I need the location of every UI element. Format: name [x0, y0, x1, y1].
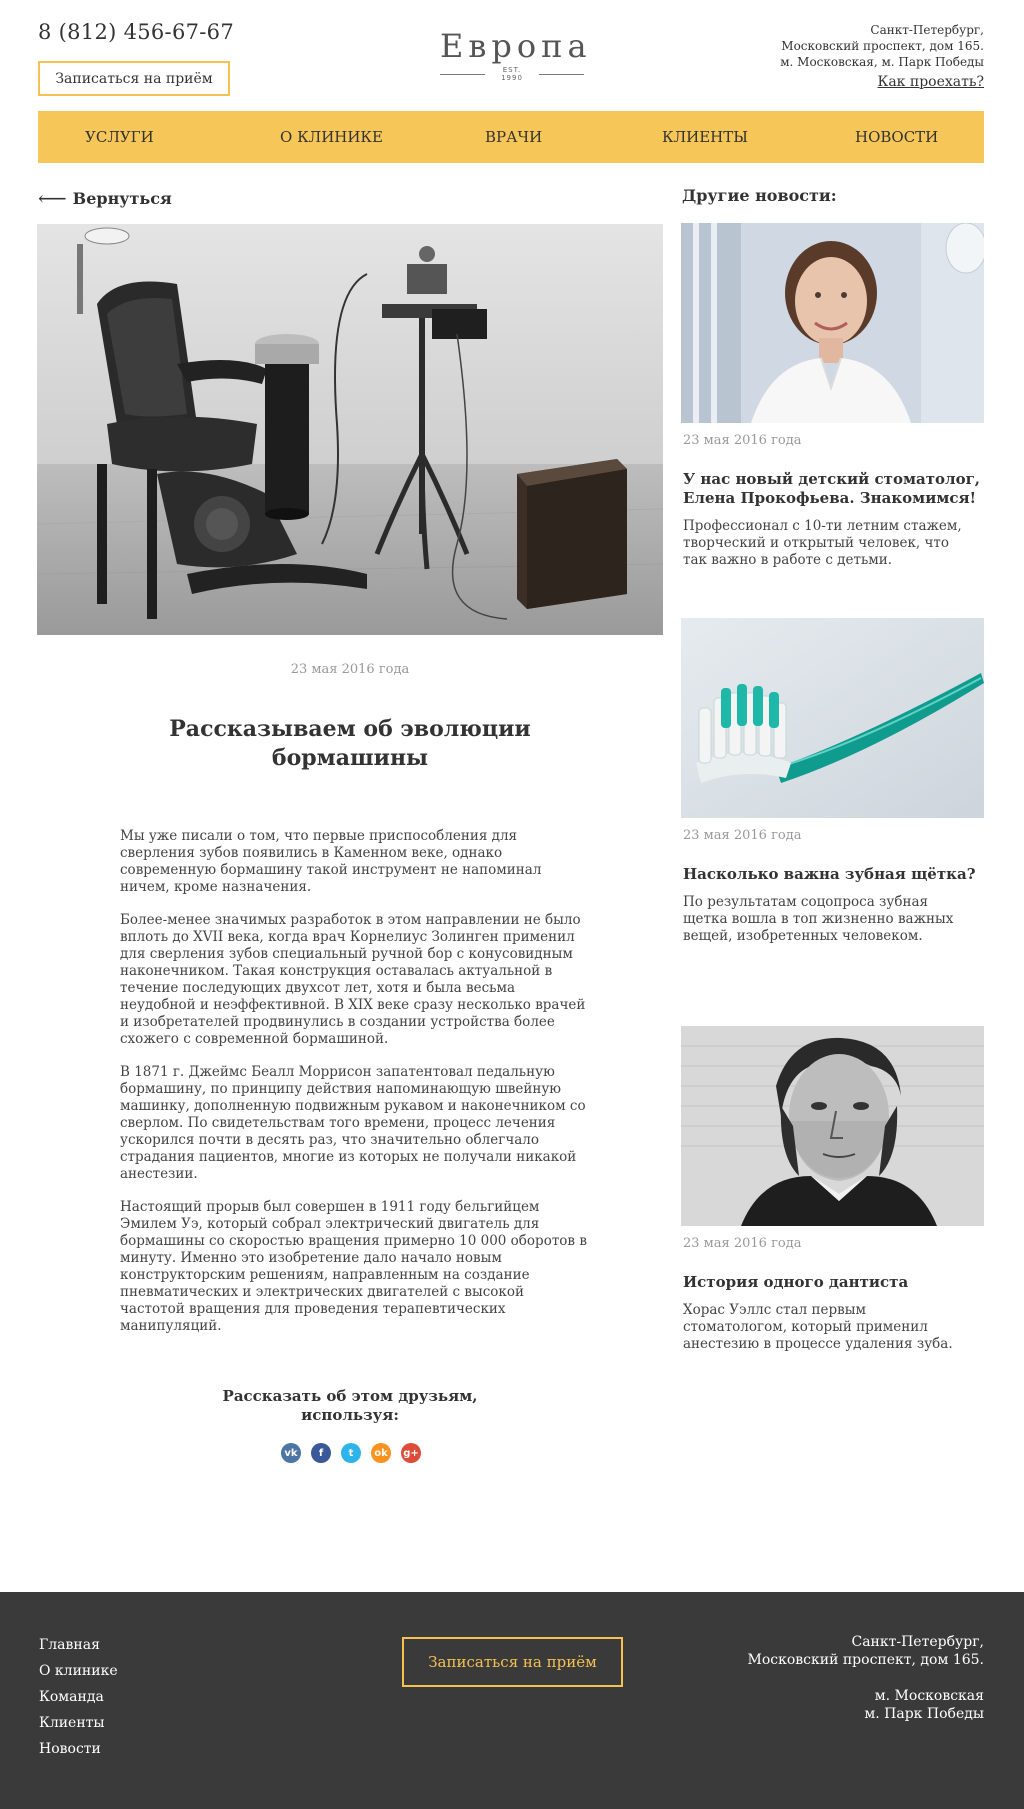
logo-wordmark: Европа	[440, 27, 592, 65]
news-excerpt: Профессионал с 10-ти летним стажем, твор…	[683, 518, 962, 568]
logo-tagline: EST. 1990	[440, 66, 584, 82]
back-link-label: Вернуться	[72, 188, 172, 208]
news-image-toothbrush[interactable]	[681, 618, 984, 818]
other-news-title: Другие новости:	[682, 186, 837, 205]
nav-item-clients[interactable]: Клиенты	[662, 128, 748, 146]
address-line: Московский проспект, дом 165.	[781, 39, 984, 53]
toothbrush-photo	[681, 618, 984, 818]
footer-address-gap	[747, 1669, 984, 1687]
back-link[interactable]: ⟵ Вернуться	[38, 186, 172, 210]
logo-est-text: EST. 1990	[501, 66, 523, 82]
news-image-doctor[interactable]	[681, 223, 984, 423]
news-card: 23 мая 2016 года У нас новый детский сто…	[681, 223, 984, 569]
google-plus-icon[interactable]: g+	[401, 1443, 421, 1463]
share-icons: vk f t ok g+	[281, 1443, 421, 1463]
footer-link-about[interactable]: О клинике	[39, 1658, 118, 1684]
facebook-icon[interactable]: f	[311, 1443, 331, 1463]
news-excerpt: Хорас Уэллс стал первым стоматологом, ко…	[683, 1302, 953, 1352]
header-address: Санкт-Петербург, Московский проспект, до…	[780, 22, 984, 70]
odnoklassniki-icon[interactable]: ok	[371, 1443, 391, 1463]
article-title: Рассказываем об эволюции бормашины	[169, 716, 531, 771]
footer-nav: Главная О клинике Команда Клиенты Новост…	[39, 1632, 118, 1762]
nav-item-services[interactable]: Услуги	[85, 128, 154, 146]
site-header: 8 (812) 456-67-67 Записаться на приём Ев…	[0, 0, 1024, 112]
footer-link-home[interactable]: Главная	[39, 1632, 118, 1658]
arrow-left-icon: ⟵	[38, 186, 67, 210]
appointment-button[interactable]: Записаться на приём	[38, 61, 230, 96]
news-title[interactable]: История одного дантиста	[681, 1273, 984, 1292]
footer-metro-line: м. Парк Победы	[864, 1706, 984, 1722]
twitter-icon[interactable]: t	[341, 1443, 361, 1463]
main-nav: Услуги О клинике Врачи Клиенты Новости	[38, 111, 984, 163]
nav-item-about[interactable]: О клинике	[280, 128, 383, 146]
footer-link-news[interactable]: Новости	[39, 1736, 118, 1762]
phone-number[interactable]: 8 (812) 456-67-67	[38, 20, 234, 44]
doctor-portrait-photo	[681, 223, 984, 423]
news-title[interactable]: Насколько важна зубная щётка?	[681, 865, 984, 884]
logo-rule-right	[538, 73, 584, 75]
article-paragraph: Мы уже писали о том, что первые приспосо…	[120, 828, 542, 895]
footer-address: Санкт-Петербург, Московский проспект, до…	[747, 1633, 984, 1723]
footer-link-clients[interactable]: Клиенты	[39, 1710, 118, 1736]
article-paragraph: В 1871 г. Джеймс Беалл Моррисон запатент…	[120, 1064, 586, 1182]
nav-item-news[interactable]: Новости	[855, 128, 938, 146]
footer-address-line: Московский проспект, дом 165.	[747, 1652, 984, 1668]
logo[interactable]: Европа EST. 1990	[440, 27, 592, 82]
news-date: 23 мая 2016 года	[683, 433, 802, 448]
news-excerpt: По результатам соцопроса зубная щетка во…	[683, 894, 954, 944]
address-line: Санкт-Петербург,	[870, 23, 984, 37]
article-date: 23 мая 2016 года	[290, 662, 410, 677]
article-body: Мы уже писали о том, что первые приспосо…	[120, 828, 590, 1351]
article-paragraph: Более-менее значимых разработок в этом н…	[120, 912, 586, 1047]
logo-rule-left	[440, 73, 486, 75]
article-image	[37, 224, 663, 635]
site-footer: Главная О клинике Команда Клиенты Новост…	[0, 1592, 1024, 1809]
dental-chair-photo	[37, 224, 663, 635]
news-title[interactable]: У нас новый детский стоматолог, Елена Пр…	[681, 470, 984, 508]
news-date: 23 мая 2016 года	[683, 828, 802, 843]
news-card: 23 мая 2016 года История одного дантиста…	[681, 1026, 984, 1353]
route-link[interactable]: Как проехать?	[877, 74, 984, 90]
news-image-dentist-portrait[interactable]	[681, 1026, 984, 1226]
share-title: Рассказать об этом друзьям, используя:	[222, 1387, 478, 1424]
vk-icon[interactable]: vk	[281, 1443, 301, 1463]
footer-metro-line: м. Московская	[874, 1688, 984, 1704]
footer-appointment-button[interactable]: Записаться на приём	[402, 1637, 623, 1687]
address-line: м. Московская, м. Парк Победы	[780, 55, 984, 69]
article-paragraph: Настоящий прорыв был совершен в 1911 год…	[120, 1199, 587, 1334]
news-card: 23 мая 2016 года Насколько важна зубная …	[681, 618, 984, 945]
news-date: 23 мая 2016 года	[683, 1236, 802, 1251]
dentist-engraving-portrait	[681, 1026, 984, 1226]
footer-address-line: Санкт-Петербург,	[851, 1634, 984, 1650]
footer-link-team[interactable]: Команда	[39, 1684, 118, 1710]
nav-item-doctors[interactable]: Врачи	[485, 128, 542, 146]
